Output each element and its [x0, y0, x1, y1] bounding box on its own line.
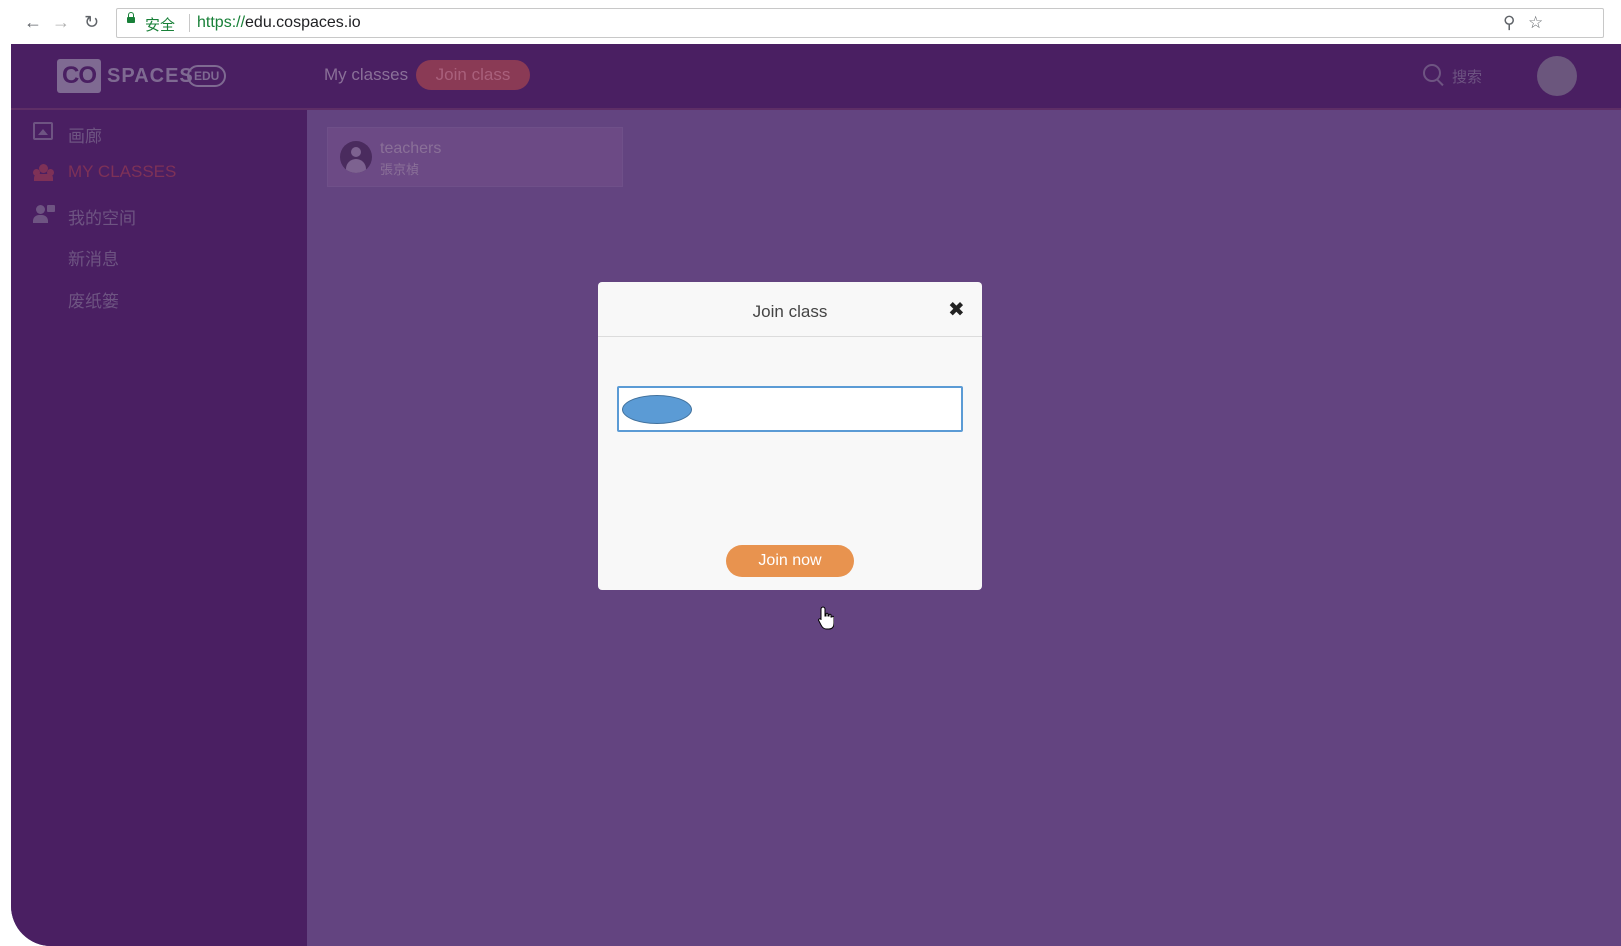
forward-icon[interactable]: →: [52, 11, 70, 33]
sidebar-item-label: 我的空间: [68, 209, 136, 229]
close-icon[interactable]: ✖: [948, 297, 965, 322]
sidebar-item-trash[interactable]: 废纸篓: [11, 279, 307, 315]
bookmark-star-icon[interactable]: ☆: [1528, 13, 1543, 33]
my-space-icon: [33, 204, 55, 223]
class-name: teachers: [380, 140, 442, 157]
sidebar-item-messages[interactable]: 新消息: [11, 237, 307, 273]
lock-icon: [127, 12, 135, 23]
dialog-title: Join class: [752, 302, 828, 321]
dialog-header: Join class ✖: [598, 282, 982, 337]
search-icon[interactable]: [1423, 64, 1441, 82]
join-class-button[interactable]: Join class: [416, 60, 530, 90]
sidebar-item-gallery[interactable]: 画廊: [11, 114, 307, 150]
sidebar-item-label: 废纸篓: [68, 292, 119, 312]
redaction-mark: [622, 395, 692, 424]
url-text[interactable]: https://edu.cospaces.io: [197, 14, 361, 32]
omnibox-divider: [189, 14, 190, 32]
reload-icon[interactable]: ↻: [84, 11, 99, 33]
logo-co-mark: CO: [57, 59, 101, 93]
user-avatar[interactable]: [1537, 56, 1577, 96]
class-card[interactable]: teachers 張京楨: [327, 127, 623, 187]
sidebar-item-label: MY CLASSES: [68, 162, 177, 181]
sidebar-item-label: 新消息: [68, 250, 119, 270]
sidebar: 画廊 MY CLASSES 我的空间 新消息 废纸篓: [11, 110, 307, 946]
sidebar-item-my-classes[interactable]: MY CLASSES: [11, 154, 307, 190]
address-bar[interactable]: 安全 https://edu.cospaces.io ⚲ ☆: [116, 8, 1604, 38]
hand-cursor-icon: [818, 606, 834, 630]
search-label[interactable]: 搜索: [1452, 66, 1482, 87]
browser-toolbar: ← → ↻ 安全 https://edu.cospaces.io ⚲ ☆: [0, 0, 1621, 44]
sidebar-item-my-space[interactable]: 我的空间: [11, 196, 307, 232]
logo-spaces-text: SPACES: [107, 65, 194, 87]
classes-icon: [33, 162, 54, 181]
sidebar-item-label: 画廊: [68, 127, 102, 147]
join-now-button[interactable]: Join now: [726, 545, 854, 577]
class-teacher: 張京楨: [380, 163, 420, 178]
top-navigation-bar: CO SPACES EDU My classes Join class 搜索: [11, 44, 1621, 110]
user-avatar-icon: [340, 141, 372, 173]
security-label: 安全: [145, 16, 176, 34]
back-icon[interactable]: ←: [24, 11, 42, 33]
tab-my-classes[interactable]: My classes: [324, 65, 408, 85]
gallery-icon: [33, 122, 53, 140]
key-icon[interactable]: ⚲: [1503, 13, 1515, 33]
join-class-dialog: Join class ✖ Join now: [598, 282, 982, 590]
logo-edu-badge: EDU: [187, 65, 227, 87]
